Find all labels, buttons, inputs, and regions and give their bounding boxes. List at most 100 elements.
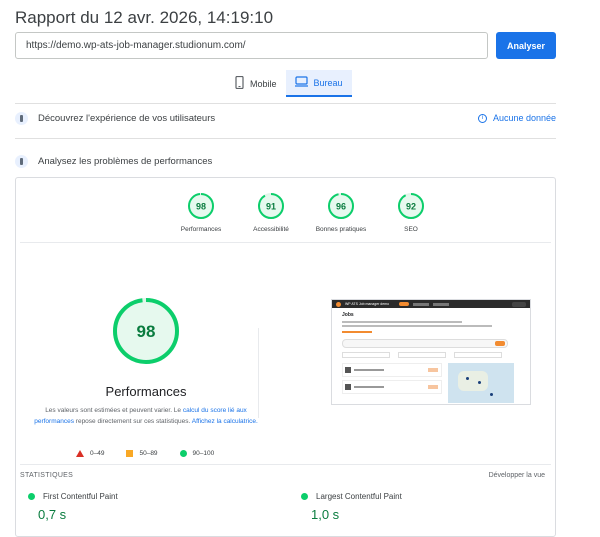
screenshot-job-card	[342, 380, 442, 394]
screenshot-job-list	[342, 363, 442, 403]
job-title-line	[354, 369, 384, 371]
score-ring: 98	[188, 193, 214, 219]
legend-range: 90–100	[192, 450, 215, 457]
company-logo-icon	[345, 384, 351, 390]
site-nav	[433, 302, 450, 306]
stats-heading: STATISTIQUES	[20, 472, 74, 479]
calculator-link[interactable]: Affichez la calculatrice.	[192, 418, 258, 425]
gauge-performance[interactable]: 98 Performances	[166, 192, 236, 233]
divider	[15, 138, 556, 139]
section-performance: Analysez les problèmes de performances	[15, 155, 212, 168]
metric-name: Largest Contentful Paint	[316, 492, 402, 501]
score-value: 96	[336, 202, 346, 212]
legend-range: 50–89	[139, 450, 158, 457]
score-legend: 0–49 50–89 90–100	[76, 450, 214, 457]
screenshot-job-card	[342, 363, 442, 377]
field-data-icon	[15, 112, 28, 125]
tab-desktop[interactable]: Bureau	[285, 70, 352, 97]
legend-average: 50–89	[126, 450, 158, 457]
divider	[15, 103, 556, 104]
legend-good: 90–100	[179, 450, 215, 457]
screenshot-map	[448, 363, 514, 403]
screenshot-text-line	[342, 325, 492, 327]
big-score-value: 98	[137, 322, 156, 341]
desktop-icon	[294, 76, 308, 89]
gauge-seo[interactable]: 92 SEO	[376, 192, 446, 233]
screenshot-site-name: WP ATS Job manager demo	[345, 302, 390, 306]
lab-data-icon	[15, 155, 28, 168]
mobile-icon	[235, 75, 244, 91]
screenshot-search-bar	[342, 339, 508, 348]
score-value: 92	[406, 202, 416, 212]
score-gauges: 98 Performances 91 Accessibilité 96 Bonn…	[166, 192, 446, 233]
tab-desktop-label: Bureau	[313, 77, 343, 88]
analyze-button[interactable]: Analyser	[496, 32, 556, 59]
company-logo-icon	[345, 367, 351, 373]
section-user-experience-label: Découvrez l'expérience de vos utilisateu…	[38, 113, 216, 124]
panel-divider	[20, 464, 551, 465]
screenshot-site-header: WP ATS Job manager demo	[332, 300, 530, 308]
map-pin-icon	[466, 377, 469, 380]
big-score-ring: 98	[113, 298, 179, 364]
triangle-icon	[76, 450, 84, 457]
note-text: repose directement sur ces statistiques.	[73, 418, 192, 425]
job-tag	[428, 385, 438, 389]
no-data-link[interactable]: i Aucune donnée	[477, 113, 556, 123]
expand-view-toggle[interactable]: Développer la vue	[489, 472, 545, 479]
site-logo-icon	[336, 301, 341, 307]
site-badge	[399, 302, 410, 306]
job-title-line	[354, 386, 384, 388]
score-ring: 96	[328, 193, 354, 219]
performance-title: Performances	[105, 384, 187, 399]
good-indicator-icon	[301, 493, 308, 500]
performance-big-gauge: 98	[111, 296, 181, 371]
no-data-label: Aucune donnée	[492, 113, 556, 123]
screenshot-body: Jobs	[332, 308, 530, 403]
good-indicator-icon	[28, 493, 35, 500]
screenshot-page-title: Jobs	[342, 312, 354, 318]
page-screenshot: WP ATS Job manager demo Jobs	[331, 299, 531, 405]
screenshot-link	[342, 331, 372, 333]
site-button	[512, 301, 526, 307]
report-panel: 98 Performances 91 Accessibilité 96 Bonn…	[15, 177, 556, 537]
info-icon: i	[477, 113, 487, 123]
note-text: Les valeurs sont estimées et peuvent var…	[45, 407, 183, 414]
gauge-label: SEO	[404, 226, 418, 233]
screenshot-filters	[342, 352, 520, 358]
score-value: 98	[196, 202, 206, 212]
screenshot-filter	[398, 352, 446, 358]
device-tabs: Mobile Bureau	[226, 70, 352, 97]
screenshot-text-line	[342, 321, 462, 323]
tab-mobile[interactable]: Mobile	[226, 70, 286, 97]
map-pin-icon	[478, 381, 481, 384]
screenshot-search-button	[495, 341, 505, 346]
screenshot-filter	[454, 352, 502, 358]
gauge-accessibility[interactable]: 91 Accessibilité	[236, 192, 306, 233]
map-land	[458, 371, 488, 391]
panel-divider	[20, 242, 551, 243]
section-user-experience: Découvrez l'expérience de vos utilisateu…	[15, 112, 215, 125]
gauge-label: Bonnes pratiques	[315, 226, 367, 233]
circle-icon	[179, 450, 187, 457]
performance-note: Les valeurs sont estimées et peuvent var…	[34, 405, 258, 427]
gauge-label: Performances	[180, 226, 222, 233]
job-tag	[428, 368, 438, 372]
tab-mobile-label: Mobile	[250, 78, 277, 89]
score-value: 91	[266, 202, 276, 212]
score-ring: 92	[398, 193, 424, 219]
square-icon	[126, 450, 134, 457]
metric-lcp: Largest Contentful Paint 1,0 s	[301, 492, 402, 522]
metric-fcp: First Contentful Paint 0,7 s	[28, 492, 118, 522]
section-performance-label: Analysez les problèmes de performances	[38, 156, 213, 167]
gauge-label: Accessibilité	[253, 226, 289, 233]
site-nav	[413, 302, 430, 306]
legend-poor: 0–49	[76, 450, 104, 457]
report-title: Rapport du 12 avr. 2026, 14:19:10	[15, 8, 274, 27]
url-input[interactable]	[15, 32, 488, 59]
metric-name: First Contentful Paint	[43, 492, 118, 501]
screenshot-results	[342, 363, 520, 403]
gauge-best-practices[interactable]: 96 Bonnes pratiques	[306, 192, 376, 233]
vertical-divider	[258, 328, 259, 418]
map-pin-icon	[490, 393, 493, 396]
screenshot-filter	[342, 352, 390, 358]
